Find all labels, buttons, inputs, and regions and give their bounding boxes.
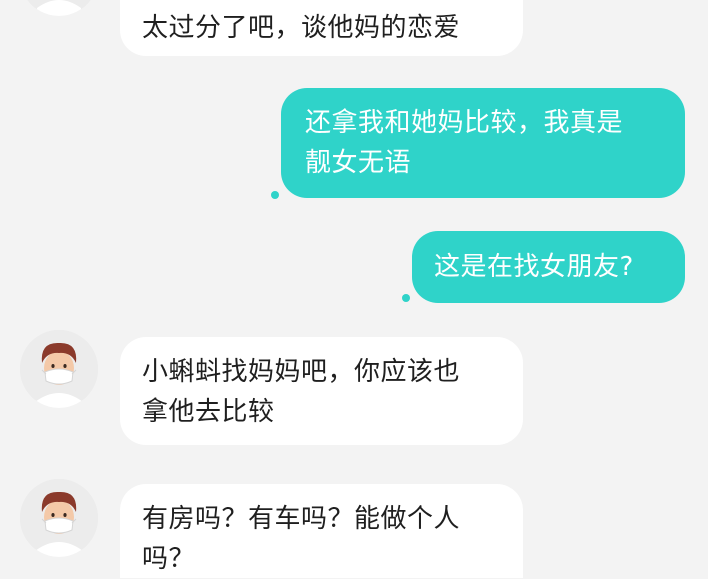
message-text-line: 还拿我和她妈比较，我真是 <box>305 108 624 138</box>
message-bubble-incoming[interactable]: 有房吗？有车吗？能做个人 吗？ <box>120 484 523 578</box>
message-bubble-outgoing[interactable]: 这是在找女朋友? <box>412 231 685 303</box>
unread-dot-icon <box>271 191 279 199</box>
contact-avatar-icon[interactable] <box>20 330 98 408</box>
message-text-line: 拿他去比较 <box>142 397 275 427</box>
contact-avatar-icon[interactable] <box>20 479 98 557</box>
message-bubble-incoming[interactable]: 太过分了吧，谈他妈的恋爱 <box>120 0 523 56</box>
message-text-line: 小蝌蚪找妈妈吧，你应该也 <box>142 357 461 387</box>
message-bubble-outgoing[interactable]: 还拿我和她妈比较，我真是 靓女无语 <box>281 88 685 198</box>
message-text-line: 有房吗？有车吗？能做个人 <box>142 504 461 534</box>
message-text-line: 靓女无语 <box>305 148 412 178</box>
message-bubble-incoming[interactable]: 小蝌蚪找妈妈吧，你应该也 拿他去比较 <box>120 337 523 445</box>
chat-thread: 太过分了吧，谈他妈的恋爱 还拿我和她妈比较，我真是 靓女无语 这是在找女朋友? … <box>0 0 708 578</box>
unread-dot-icon <box>402 294 410 302</box>
message-text-line: 吗？ <box>142 544 196 574</box>
message-text: 这是在找女朋友? <box>434 252 634 282</box>
contact-avatar-icon[interactable] <box>20 0 98 16</box>
message-text: 太过分了吧，谈他妈的恋爱 <box>142 13 461 43</box>
